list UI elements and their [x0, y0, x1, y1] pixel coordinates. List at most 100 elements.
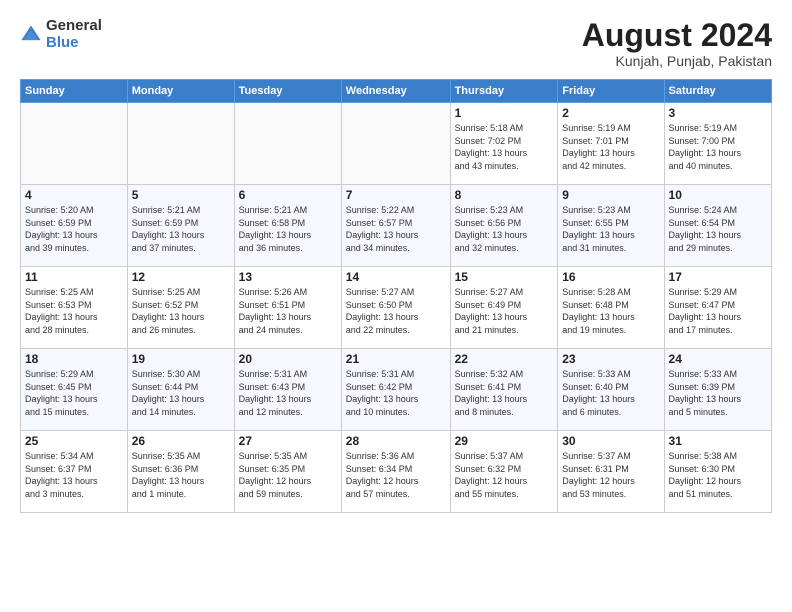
col-saturday: Saturday	[664, 80, 771, 103]
col-wednesday: Wednesday	[341, 80, 450, 103]
col-monday: Monday	[127, 80, 234, 103]
day-number: 13	[239, 270, 337, 284]
day-number: 19	[132, 352, 230, 366]
calendar-cell: 29 Sunrise: 5:37 AMSunset: 6:32 PMDayligh…	[450, 431, 558, 513]
day-info: Sunrise: 5:32 AMSunset: 6:41 PMDaylight:…	[455, 368, 554, 418]
day-info: Sunrise: 5:34 AMSunset: 6:37 PMDaylight:…	[25, 450, 123, 500]
calendar-cell: 15Sunrise: 5:27 AMSunset: 6:49 PMDayligh…	[450, 267, 558, 349]
day-number: 14	[346, 270, 446, 284]
day-number: 12	[132, 270, 230, 284]
weekday-row: Sunday Monday Tuesday Wednesday Thursday…	[21, 80, 772, 103]
calendar-cell: 7 Sunrise: 5:22 AMSunset: 6:57 PMDaylight…	[341, 185, 450, 267]
day-info: Sunrise: 5:19 AMSunset: 7:00 PMDaylight:…	[669, 122, 767, 172]
calendar-week-2: 4 Sunrise: 5:20 AMSunset: 6:59 PMDaylight…	[21, 185, 772, 267]
day-info: Sunrise: 5:36 AMSunset: 6:34 PMDaylight:…	[346, 450, 446, 500]
calendar-cell: 28Sunrise: 5:36 AMSunset: 6:34 PMDayligh…	[341, 431, 450, 513]
calendar-table: Sunday Monday Tuesday Wednesday Thursday…	[20, 79, 772, 513]
calendar-cell: 17 Sunrise: 5:29 AMSunset: 6:47 PMDayligh…	[664, 267, 771, 349]
day-number: 24	[669, 352, 767, 366]
day-number: 18	[25, 352, 123, 366]
day-info: Sunrise: 5:22 AMSunset: 6:57 PMDaylight:…	[346, 204, 446, 254]
day-info: Sunrise: 5:23 AMSunset: 6:56 PMDaylight:…	[455, 204, 554, 254]
subtitle: Kunjah, Punjab, Pakistan	[582, 53, 772, 69]
calendar-header: Sunday Monday Tuesday Wednesday Thursday…	[21, 80, 772, 103]
day-number: 7	[346, 188, 446, 202]
day-info: Sunrise: 5:28 AMSunset: 6:48 PMDaylight:…	[562, 286, 659, 336]
calendar-cell: 18 Sunrise: 5:29 AMSunset: 6:45 PMDayligh…	[21, 349, 128, 431]
day-info: Sunrise: 5:29 AMSunset: 6:45 PMDaylight:…	[25, 368, 123, 418]
day-number: 31	[669, 434, 767, 448]
day-number: 11	[25, 270, 123, 284]
calendar-cell: 5 Sunrise: 5:21 AMSunset: 6:59 PMDaylight…	[127, 185, 234, 267]
calendar-cell: 22Sunrise: 5:32 AMSunset: 6:41 PMDayligh…	[450, 349, 558, 431]
day-info: Sunrise: 5:37 AMSunset: 6:31 PMDaylight:…	[562, 450, 659, 500]
calendar-cell: 14 Sunrise: 5:27 AMSunset: 6:50 PMDayligh…	[341, 267, 450, 349]
day-info: Sunrise: 5:20 AMSunset: 6:59 PMDaylight:…	[25, 204, 123, 254]
day-info: Sunrise: 5:25 AMSunset: 6:53 PMDaylight:…	[25, 286, 123, 336]
main-title: August 2024	[582, 18, 772, 53]
day-number: 16	[562, 270, 659, 284]
logo-general: General	[46, 18, 102, 35]
day-number: 17	[669, 270, 767, 284]
day-info: Sunrise: 5:23 AMSunset: 6:55 PMDaylight:…	[562, 204, 659, 254]
day-number: 4	[25, 188, 123, 202]
col-friday: Friday	[558, 80, 664, 103]
calendar-cell: 20 Sunrise: 5:31 AMSunset: 6:43 PMDayligh…	[234, 349, 341, 431]
logo-text: General Blue	[46, 18, 102, 51]
day-info: Sunrise: 5:33 AMSunset: 6:39 PMDaylight:…	[669, 368, 767, 418]
calendar-week-5: 25Sunrise: 5:34 AMSunset: 6:37 PMDayligh…	[21, 431, 772, 513]
calendar-cell: 16 Sunrise: 5:28 AMSunset: 6:48 PMDayligh…	[558, 267, 664, 349]
day-info: Sunrise: 5:26 AMSunset: 6:51 PMDaylight:…	[239, 286, 337, 336]
day-number: 8	[455, 188, 554, 202]
calendar-week-4: 18 Sunrise: 5:29 AMSunset: 6:45 PMDayligh…	[21, 349, 772, 431]
calendar-week-1: 1 Sunrise: 5:18 AMSunset: 7:02 PMDaylight…	[21, 103, 772, 185]
logo: General Blue	[20, 18, 102, 51]
day-number: 6	[239, 188, 337, 202]
calendar-cell: 6 Sunrise: 5:21 AMSunset: 6:58 PMDaylight…	[234, 185, 341, 267]
day-number: 10	[669, 188, 767, 202]
day-info: Sunrise: 5:35 AMSunset: 6:35 PMDaylight:…	[239, 450, 337, 500]
day-number: 1	[455, 106, 554, 120]
logo-icon	[20, 24, 42, 46]
calendar-cell: 13 Sunrise: 5:26 AMSunset: 6:51 PMDayligh…	[234, 267, 341, 349]
day-info: Sunrise: 5:37 AMSunset: 6:32 PMDaylight:…	[455, 450, 554, 500]
calendar-cell: 19Sunrise: 5:30 AMSunset: 6:44 PMDayligh…	[127, 349, 234, 431]
day-number: 26	[132, 434, 230, 448]
day-number: 2	[562, 106, 659, 120]
day-number: 29	[455, 434, 554, 448]
day-info: Sunrise: 5:29 AMSunset: 6:47 PMDaylight:…	[669, 286, 767, 336]
day-number: 23	[562, 352, 659, 366]
calendar-cell: 31Sunrise: 5:38 AMSunset: 6:30 PMDayligh…	[664, 431, 771, 513]
calendar-body: 1 Sunrise: 5:18 AMSunset: 7:02 PMDaylight…	[21, 103, 772, 513]
calendar-cell	[21, 103, 128, 185]
day-info: Sunrise: 5:31 AMSunset: 6:43 PMDaylight:…	[239, 368, 337, 418]
col-tuesday: Tuesday	[234, 80, 341, 103]
calendar-cell	[341, 103, 450, 185]
calendar-cell: 4 Sunrise: 5:20 AMSunset: 6:59 PMDaylight…	[21, 185, 128, 267]
calendar-cell: 30 Sunrise: 5:37 AMSunset: 6:31 PMDayligh…	[558, 431, 664, 513]
day-info: Sunrise: 5:18 AMSunset: 7:02 PMDaylight:…	[455, 122, 554, 172]
day-info: Sunrise: 5:31 AMSunset: 6:42 PMDaylight:…	[346, 368, 446, 418]
calendar-cell: 21Sunrise: 5:31 AMSunset: 6:42 PMDayligh…	[341, 349, 450, 431]
day-number: 9	[562, 188, 659, 202]
day-number: 30	[562, 434, 659, 448]
day-number: 3	[669, 106, 767, 120]
calendar-cell: 12Sunrise: 5:25 AMSunset: 6:52 PMDayligh…	[127, 267, 234, 349]
title-block: August 2024 Kunjah, Punjab, Pakistan	[582, 18, 772, 69]
day-info: Sunrise: 5:27 AMSunset: 6:50 PMDaylight:…	[346, 286, 446, 336]
day-info: Sunrise: 5:21 AMSunset: 6:59 PMDaylight:…	[132, 204, 230, 254]
calendar-cell: 24 Sunrise: 5:33 AMSunset: 6:39 PMDayligh…	[664, 349, 771, 431]
day-info: Sunrise: 5:33 AMSunset: 6:40 PMDaylight:…	[562, 368, 659, 418]
calendar-week-3: 11 Sunrise: 5:25 AMSunset: 6:53 PMDayligh…	[21, 267, 772, 349]
day-info: Sunrise: 5:19 AMSunset: 7:01 PMDaylight:…	[562, 122, 659, 172]
day-info: Sunrise: 5:21 AMSunset: 6:58 PMDaylight:…	[239, 204, 337, 254]
day-number: 27	[239, 434, 337, 448]
header: General Blue August 2024 Kunjah, Punjab,…	[20, 18, 772, 69]
calendar-cell: 1 Sunrise: 5:18 AMSunset: 7:02 PMDaylight…	[450, 103, 558, 185]
calendar-cell	[127, 103, 234, 185]
calendar-cell: 23 Sunrise: 5:33 AMSunset: 6:40 PMDayligh…	[558, 349, 664, 431]
day-number: 5	[132, 188, 230, 202]
day-number: 20	[239, 352, 337, 366]
calendar-cell: 8 Sunrise: 5:23 AMSunset: 6:56 PMDaylight…	[450, 185, 558, 267]
calendar-cell: 27 Sunrise: 5:35 AMSunset: 6:35 PMDayligh…	[234, 431, 341, 513]
